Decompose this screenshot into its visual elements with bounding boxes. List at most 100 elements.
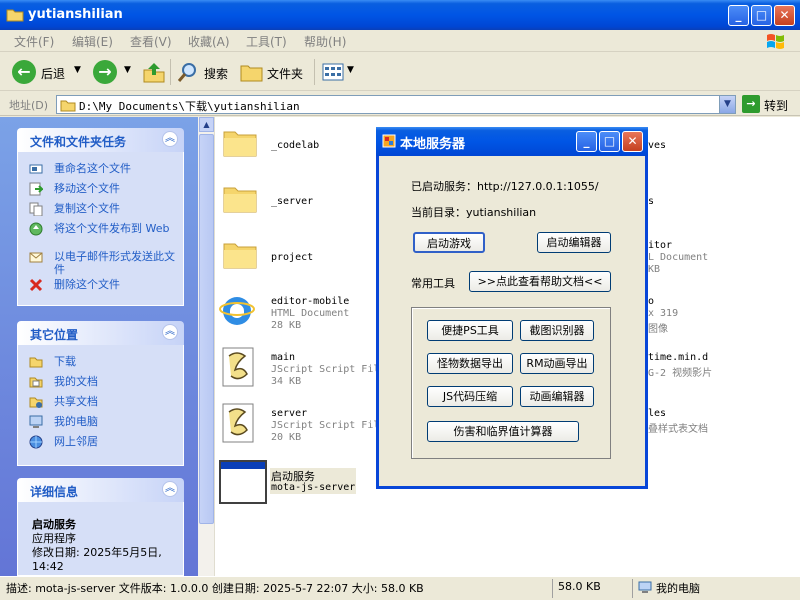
status-divider	[632, 579, 633, 598]
screenshot-recognizer-button[interactable]: 截图识别器	[520, 320, 594, 341]
chevron-up-icon[interactable]: ︽	[162, 481, 178, 497]
toolbar-separator	[314, 59, 315, 85]
close-button[interactable]: ✕	[774, 5, 795, 26]
forward-dropdown-icon[interactable]: ▼	[124, 65, 131, 75]
folders-icon[interactable]	[240, 61, 264, 83]
search-icon[interactable]	[176, 61, 200, 85]
js-compress-button[interactable]: JS代码压缩	[427, 386, 513, 407]
views-dropdown-icon[interactable]: ▼	[347, 65, 354, 75]
file-item-name[interactable]: project	[271, 252, 313, 263]
app-icon	[382, 134, 396, 148]
toolbar-separator	[170, 59, 171, 85]
go-button[interactable]: → 转到	[742, 95, 798, 114]
task-pane: 文件和文件夹任务 ︽ 重命名这个文件 移动这个文件 复制这个文件 将这个文件发布…	[0, 117, 198, 576]
file-item-name[interactable]: main	[271, 352, 295, 363]
help-doc-button[interactable]: >>点此查看帮助文档<<	[469, 271, 611, 292]
publish-web-icon	[29, 222, 43, 236]
task-copy[interactable]: 复制这个文件	[54, 202, 120, 215]
move-icon	[29, 182, 43, 196]
panel-header-places[interactable]: 其它位置 ︽	[17, 321, 184, 345]
file-item-name[interactable]: itor	[648, 240, 672, 251]
rm-animation-export-button[interactable]: RM动画导出	[520, 353, 594, 374]
menu-help[interactable]: 帮助(H)	[304, 33, 346, 50]
place-shared-documents[interactable]: 共享文档	[54, 395, 98, 408]
maximize-button[interactable]: □	[751, 5, 772, 26]
file-item-size: 图像	[648, 324, 668, 335]
menu-file[interactable]: 文件(F)	[14, 33, 54, 50]
file-item-name[interactable]: time.min.d	[648, 352, 708, 363]
menu-edit[interactable]: 编辑(E)	[72, 33, 113, 50]
file-item-name[interactable]: o	[648, 296, 654, 307]
my-computer-icon	[29, 415, 43, 428]
menu-tools[interactable]: 工具(T)	[246, 33, 287, 50]
chevron-up-icon[interactable]: ︽	[162, 324, 178, 340]
dialog-minimize-button[interactable]: _	[576, 131, 597, 152]
file-item-name[interactable]: ves	[648, 140, 666, 151]
status-description: 描述: mota-js-server 文件版本: 1.0.0.0 创建日期: 2…	[6, 582, 424, 595]
dialog-title: 本地服务器	[400, 137, 466, 152]
go-arrow-icon: →	[742, 95, 760, 113]
place-downloads[interactable]: 下载	[54, 355, 76, 368]
place-my-computer[interactable]: 我的电脑	[54, 415, 98, 428]
search-button[interactable]: 搜索	[204, 65, 228, 82]
task-delete[interactable]: 删除这个文件	[54, 278, 120, 291]
scroll-thumb[interactable]	[199, 134, 214, 524]
file-item-name[interactable]: les	[648, 408, 666, 419]
dialog-maximize-button[interactable]: □	[599, 131, 620, 152]
file-item-name[interactable]: s	[648, 196, 654, 207]
file-item-type: mota-js-server	[271, 482, 356, 493]
folder-icon	[223, 243, 257, 269]
menu-view[interactable]: 查看(V)	[130, 33, 172, 50]
start-game-button[interactable]: 启动游戏	[413, 232, 485, 253]
toolbar: ← 后退 ▼ → ▼ 搜索 文件夹 ▼	[0, 53, 800, 91]
task-move[interactable]: 移动这个文件	[54, 182, 120, 195]
place-my-documents[interactable]: 我的文档	[54, 375, 98, 388]
folder-icon	[6, 9, 24, 22]
file-item-name[interactable]: server	[271, 408, 307, 419]
file-item-name[interactable]: editor-mobile	[271, 296, 349, 307]
damage-calculator-button[interactable]: 伤害和临界值计算器	[427, 421, 579, 442]
vertical-scrollbar[interactable]: ▲	[198, 117, 215, 576]
file-item-name[interactable]: _codelab	[271, 140, 319, 151]
file-item-name[interactable]: _server	[271, 196, 313, 207]
application-icon	[219, 460, 267, 504]
rename-icon	[29, 164, 43, 174]
file-item-type: G-2 视频影片	[648, 368, 713, 379]
copy-icon	[29, 202, 43, 216]
scroll-up-icon[interactable]: ▲	[199, 117, 214, 132]
dialog-close-button[interactable]: ✕	[622, 131, 643, 152]
panel-header-tasks[interactable]: 文件和文件夹任务 ︽	[17, 128, 184, 152]
folder-icon	[60, 100, 76, 112]
minimize-button[interactable]: _	[728, 5, 749, 26]
panel-body-details: 启动服务 应用程序 修改日期: 2025年5月5日, 14:42	[17, 502, 184, 576]
ie-html-icon	[219, 297, 255, 325]
address-label: 地址(D)	[9, 99, 49, 112]
menu-favorites[interactable]: 收藏(A)	[188, 33, 230, 50]
monster-export-button[interactable]: 怪物数据导出	[427, 353, 513, 374]
my-computer-icon	[638, 581, 652, 593]
status-divider	[552, 579, 553, 598]
back-arrow-icon[interactable]: ←	[12, 60, 36, 84]
animation-editor-button[interactable]: 动画编辑器	[520, 386, 594, 407]
place-network-places[interactable]: 网上邻居	[54, 435, 98, 448]
file-item-type: x 319	[648, 308, 679, 319]
panel-header-details[interactable]: 详细信息 ︽	[17, 478, 184, 502]
ps-tool-button[interactable]: 便捷PS工具	[427, 320, 513, 341]
server-url-label: 已启动服务：http://127.0.0.1:1055/	[411, 180, 599, 193]
up-folder-icon[interactable]	[142, 60, 166, 84]
address-input[interactable]: D:\My Documents\下载\yutianshilian ▼	[56, 95, 736, 114]
views-icon[interactable]	[322, 63, 346, 81]
file-item-type: JScript Script Fil	[271, 364, 380, 375]
folders-button[interactable]: 文件夹	[267, 65, 303, 82]
panel-title: 文件和文件夹任务	[30, 135, 127, 149]
start-editor-button[interactable]: 启动编辑器	[537, 232, 611, 253]
chevron-up-icon[interactable]: ︽	[162, 131, 178, 147]
back-button[interactable]: 后退	[41, 65, 65, 82]
address-dropdown-icon[interactable]: ▼	[719, 96, 735, 113]
forward-arrow-icon[interactable]: →	[93, 60, 117, 84]
file-item-type: HTML Document	[271, 308, 350, 319]
back-dropdown-icon[interactable]: ▼	[74, 65, 81, 75]
task-rename[interactable]: 重命名这个文件	[54, 162, 131, 175]
task-publish-web[interactable]: 将这个文件发布到 Web	[54, 222, 179, 235]
task-email[interactable]: 以电子邮件形式发送此文件	[54, 250, 179, 276]
